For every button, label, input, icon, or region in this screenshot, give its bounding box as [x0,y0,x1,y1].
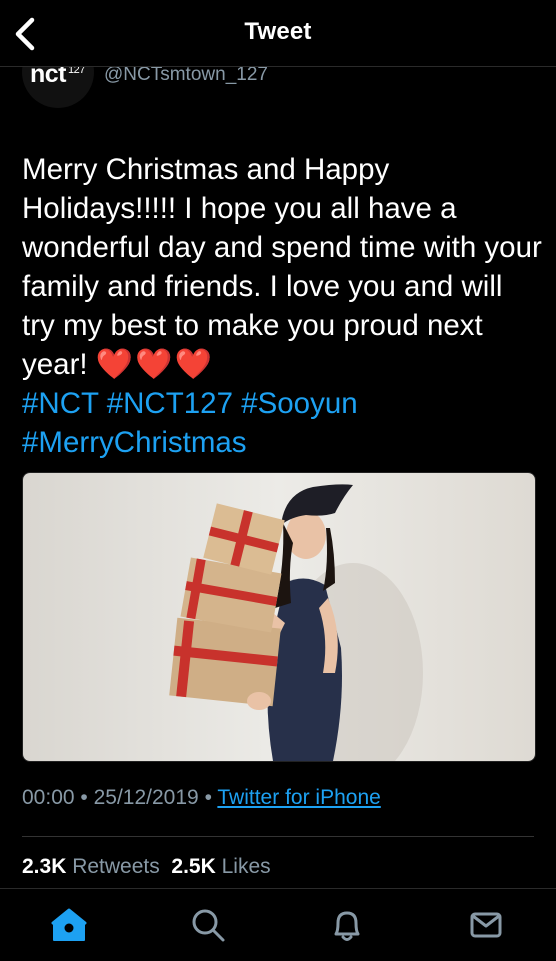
hashtag[interactable]: #MerryChristmas [22,426,247,459]
hashtag[interactable]: #NCT [22,387,99,420]
tweet-body: Merry Christmas and Happy Holidays!!!!! … [22,150,542,462]
separator-dot: • [80,786,88,809]
likes-count: 2.5K [171,855,216,878]
tweet-photo[interactable] [22,472,536,762]
engagement-stats: 2.3K Retweets 2.5K Likes [22,855,271,879]
tweet-time: 00:00 [22,786,75,809]
hashtag[interactable]: #Sooyun [241,387,357,420]
notifications-icon[interactable] [327,905,367,945]
divider [22,836,534,837]
tab-bar [0,888,556,961]
likes-label: Likes [221,855,271,878]
likes-stat[interactable]: 2.5K Likes [171,855,270,878]
photo-illustration [23,473,535,761]
source-link[interactable]: Twitter for iPhone [217,786,380,809]
tweet-meta: 00:00 • 25/12/2019 • Twitter for iPhone [22,786,381,810]
search-icon[interactable] [188,905,228,945]
heart-emojis: ❤️❤️❤️ [95,348,214,381]
hashtag[interactable]: #NCT127 [107,387,233,420]
tweet-text: Merry Christmas and Happy Holidays!!!!! … [22,153,551,381]
separator-dot: • [204,786,212,809]
top-bar: Tweet [0,0,556,67]
retweets-stat[interactable]: 2.3K Retweets [22,855,160,878]
page-title: Tweet [244,18,312,45]
retweets-label: Retweets [72,855,160,878]
user-handle[interactable]: @NCTsmtown_127 [104,64,268,86]
home-icon[interactable] [49,905,89,945]
retweets-count: 2.3K [22,855,67,878]
tweet-date: 25/12/2019 [93,786,199,809]
messages-icon[interactable] [466,905,506,945]
